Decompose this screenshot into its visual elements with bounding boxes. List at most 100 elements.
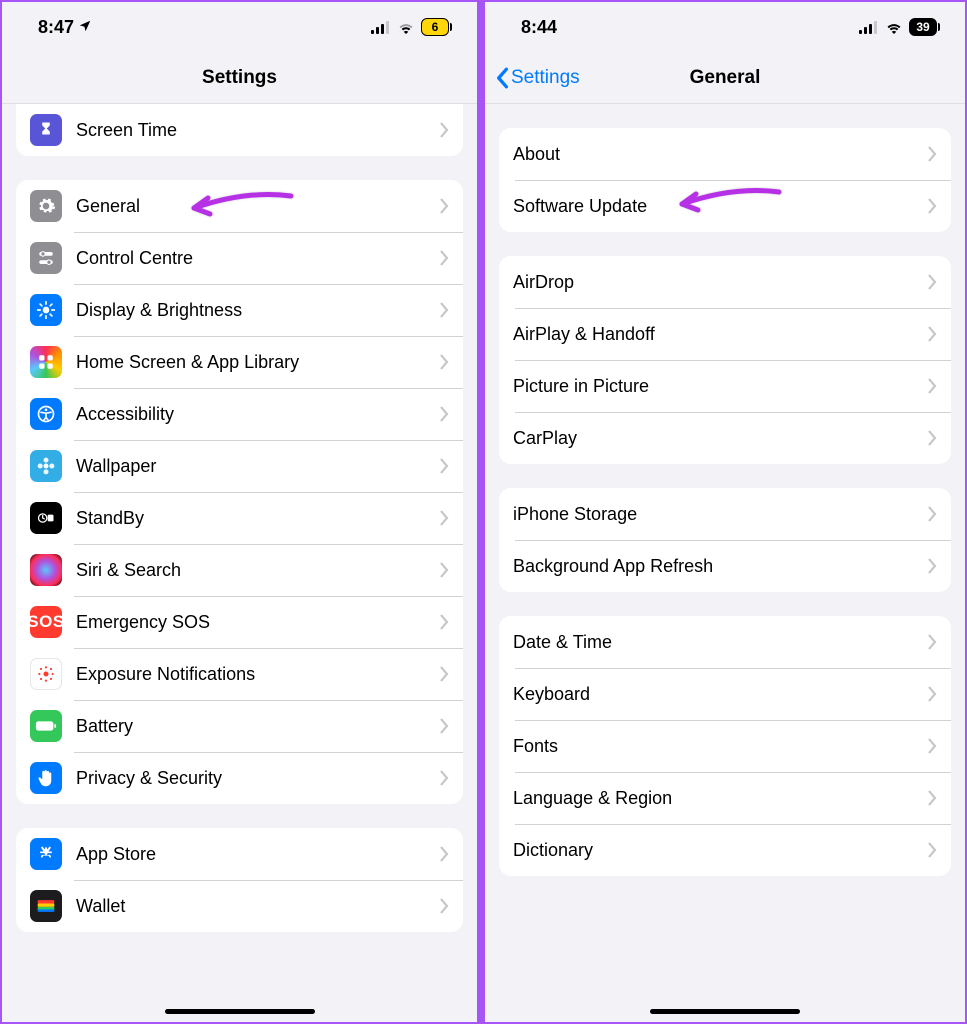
back-button[interactable]: Settings <box>495 52 580 103</box>
row-label: CarPlay <box>513 428 928 449</box>
phone-general: 8:44 39 Settings General About Software <box>481 0 967 1024</box>
home-indicator[interactable] <box>650 1009 800 1014</box>
row-label: iPhone Storage <box>513 504 928 525</box>
sun-icon <box>30 294 62 326</box>
chevron-right-icon <box>440 406 449 422</box>
appstore-icon <box>30 838 62 870</box>
flower-icon <box>30 450 62 482</box>
back-label: Settings <box>511 67 580 89</box>
row-home-screen[interactable]: Home Screen & App Library <box>16 336 463 388</box>
row-wallet[interactable]: Wallet <box>16 880 463 932</box>
row-control-centre[interactable]: Control Centre <box>16 232 463 284</box>
row-label: Control Centre <box>76 248 440 269</box>
row-airdrop[interactable]: AirDrop <box>499 256 951 308</box>
siri-icon <box>30 554 62 586</box>
battery-indicator: 6 <box>421 18 449 36</box>
row-label: StandBy <box>76 508 440 529</box>
row-label: Fonts <box>513 736 928 757</box>
row-label: Siri & Search <box>76 560 440 581</box>
row-label: Wallet <box>76 896 440 917</box>
hourglass-icon <box>30 114 62 146</box>
chevron-right-icon <box>928 686 937 702</box>
row-fonts[interactable]: Fonts <box>499 720 951 772</box>
row-airplay-handoff[interactable]: AirPlay & Handoff <box>499 308 951 360</box>
general-group-about: About Software Update <box>499 128 951 232</box>
row-label: Picture in Picture <box>513 376 928 397</box>
location-icon <box>78 19 92 36</box>
row-label: App Store <box>76 844 440 865</box>
row-keyboard[interactable]: Keyboard <box>499 668 951 720</box>
row-label: Wallpaper <box>76 456 440 477</box>
home-indicator[interactable] <box>165 1009 315 1014</box>
gear-icon <box>30 190 62 222</box>
general-list[interactable]: About Software Update AirDrop AirPlay & … <box>485 128 965 936</box>
wifi-icon <box>397 21 415 34</box>
settings-list[interactable]: Screen Time General Control Centre <box>2 104 477 992</box>
row-label: Exposure Notifications <box>76 664 440 685</box>
row-siri-search[interactable]: Siri & Search <box>16 544 463 596</box>
chevron-right-icon <box>440 898 449 914</box>
general-group-connectivity: AirDrop AirPlay & Handoff Picture in Pic… <box>499 256 951 464</box>
row-label: Home Screen & App Library <box>76 352 440 373</box>
row-exposure-notifications[interactable]: Exposure Notifications <box>16 648 463 700</box>
chevron-right-icon <box>440 666 449 682</box>
chevron-right-icon <box>440 718 449 734</box>
status-bar: 8:47 6 <box>2 2 477 52</box>
row-label: AirDrop <box>513 272 928 293</box>
exposure-icon <box>30 658 62 690</box>
page-title: Settings <box>202 67 277 89</box>
cellular-signal-icon <box>859 21 879 34</box>
battery-indicator: 39 <box>909 18 937 36</box>
hand-icon <box>30 762 62 794</box>
battery-icon <box>30 710 62 742</box>
row-picture-in-picture[interactable]: Picture in Picture <box>499 360 951 412</box>
row-wallpaper[interactable]: Wallpaper <box>16 440 463 492</box>
row-label: Emergency SOS <box>76 612 440 633</box>
chevron-right-icon <box>440 458 449 474</box>
wallet-icon <box>30 890 62 922</box>
row-accessibility[interactable]: Accessibility <box>16 388 463 440</box>
settings-group-store: App Store Wallet <box>16 828 463 932</box>
row-software-update[interactable]: Software Update <box>499 180 951 232</box>
row-label: Language & Region <box>513 788 928 809</box>
chevron-right-icon <box>440 122 449 138</box>
row-app-store[interactable]: App Store <box>16 828 463 880</box>
nav-bar: Settings General <box>485 52 965 104</box>
settings-group-screentime: Screen Time <box>16 104 463 156</box>
chevron-right-icon <box>928 738 937 754</box>
accessibility-icon <box>30 398 62 430</box>
sos-icon: SOS <box>30 606 62 638</box>
row-background-app-refresh[interactable]: Background App Refresh <box>499 540 951 592</box>
chevron-right-icon <box>440 846 449 862</box>
row-carplay[interactable]: CarPlay <box>499 412 951 464</box>
row-emergency-sos[interactable]: SOS Emergency SOS <box>16 596 463 648</box>
row-label: Battery <box>76 716 440 737</box>
row-label: Software Update <box>513 196 928 217</box>
row-general[interactable]: General <box>16 180 463 232</box>
row-iphone-storage[interactable]: iPhone Storage <box>499 488 951 540</box>
row-screen-time[interactable]: Screen Time <box>16 104 463 156</box>
app-grid-icon <box>30 346 62 378</box>
wifi-icon <box>885 21 903 34</box>
general-group-storage: iPhone Storage Background App Refresh <box>499 488 951 592</box>
battery-level: 39 <box>916 20 929 34</box>
row-privacy-security[interactable]: Privacy & Security <box>16 752 463 804</box>
general-group-system: Date & Time Keyboard Fonts Language & Re… <box>499 616 951 876</box>
row-date-time[interactable]: Date & Time <box>499 616 951 668</box>
nav-bar: Settings <box>2 52 477 104</box>
chevron-right-icon <box>440 354 449 370</box>
row-label: Display & Brightness <box>76 300 440 321</box>
row-label: Accessibility <box>76 404 440 425</box>
row-display-brightness[interactable]: Display & Brightness <box>16 284 463 336</box>
chevron-right-icon <box>928 506 937 522</box>
row-about[interactable]: About <box>499 128 951 180</box>
row-dictionary[interactable]: Dictionary <box>499 824 951 876</box>
row-standby[interactable]: StandBy <box>16 492 463 544</box>
row-label: Dictionary <box>513 840 928 861</box>
chevron-right-icon <box>440 198 449 214</box>
row-battery[interactable]: Battery <box>16 700 463 752</box>
chevron-right-icon <box>440 562 449 578</box>
status-time: 8:44 <box>521 17 557 38</box>
row-label: Date & Time <box>513 632 928 653</box>
row-language-region[interactable]: Language & Region <box>499 772 951 824</box>
